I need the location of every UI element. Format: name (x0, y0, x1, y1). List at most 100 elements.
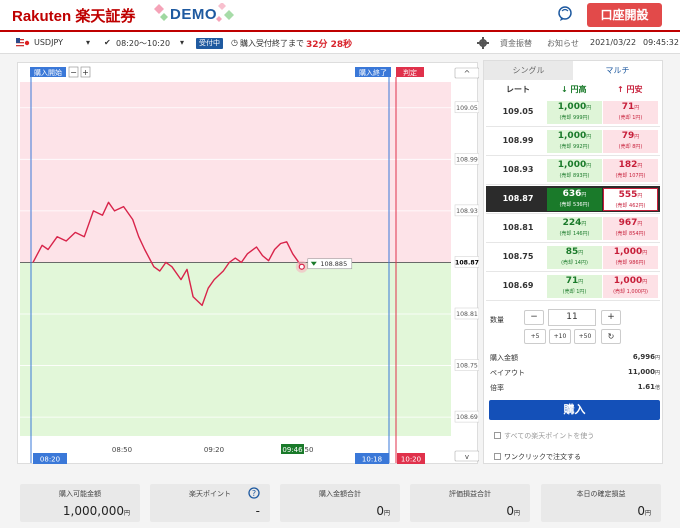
one-click-checkbox[interactable]: ワンクリックで注文する (494, 452, 581, 462)
rate-row: 108.69 71円 (売却 1円) 1,000円 (売却 1,000円) (486, 273, 660, 299)
high-price: 85 (565, 247, 579, 257)
rate-row: 108.81 224円 (売却 146円) 967円 (売却 854円) (486, 215, 660, 241)
high-price-button[interactable]: 1,000円 (売却 999円) (547, 101, 602, 124)
yen-unit: 円 (642, 279, 648, 285)
low-price: 182 (618, 160, 638, 170)
yen-unit: 円 (586, 163, 592, 169)
tab-multi[interactable]: マルチ (573, 61, 662, 80)
col-low-label: 円安 (626, 85, 643, 94)
purchase-amount-label: 購入金額 (490, 354, 518, 362)
high-price-button[interactable]: 1,000円 (売却 992円) (547, 130, 602, 153)
buy-button[interactable]: 購入 (489, 400, 660, 420)
judge-label: 判定 (403, 68, 417, 77)
rate-row: 108.87 636円 (売却 536円) 555円 (売却 462円) (486, 186, 660, 212)
chevron-down-icon[interactable]: ▾ (180, 38, 184, 47)
qty-add5-button[interactable]: +5 (524, 329, 546, 344)
yen-unit: 円 (644, 510, 651, 517)
high-price-button[interactable]: 71円 (売却 1円) (547, 275, 602, 298)
gear-icon[interactable] (477, 37, 489, 49)
arrow-up-icon: ↑ (617, 85, 624, 94)
y-tick-label: 108.99 (456, 156, 478, 163)
yen-unit: 円 (513, 510, 520, 517)
demo-label: DEMO (170, 6, 217, 23)
low-price-button[interactable]: 1,000円 (売却 986円) (603, 246, 658, 269)
time-label: 09:45:32 (643, 38, 679, 47)
low-price-button[interactable]: 182円 (売却 107円) (603, 159, 658, 182)
summary-box: 楽天ポイント -? (150, 484, 270, 522)
col-low-header: ↑ 円安 (617, 84, 643, 95)
summary-amount: 0 (637, 504, 645, 518)
open-account-button[interactable]: 口座開設 (587, 3, 662, 27)
low-sell-price: (売却 462円) (615, 203, 646, 209)
currency-pair-select[interactable]: USDJPY (34, 38, 63, 47)
low-sell-price: (売却 1円) (618, 115, 643, 121)
row-divider (486, 126, 660, 127)
summary-label: 購入可能金額 (59, 490, 101, 498)
brand-logo: Rakuten 楽天証券 (12, 8, 136, 25)
help-circle-icon[interactable]: ? (248, 487, 260, 499)
ratio: 1.61 (637, 383, 655, 391)
qty-minus-button[interactable]: − (524, 310, 544, 325)
svg-text:?: ? (252, 489, 256, 498)
chat-support-icon[interactable] (556, 5, 574, 23)
low-price-button[interactable]: 967円 (売却 854円) (603, 217, 658, 240)
summary-box: 購入可能金額 1,000,000円 (20, 484, 140, 522)
row-divider (486, 271, 660, 272)
yen-unit: 円 (654, 355, 660, 361)
high-price: 636 (562, 189, 582, 199)
low-price-button[interactable]: 71円 (売却 1円) (603, 101, 658, 124)
qty-add50-button[interactable]: +50 (574, 329, 596, 344)
chevron-down-icon: v (465, 453, 469, 461)
use-points-checkbox[interactable]: すべての楽天ポイントを使う (494, 431, 594, 441)
time-slot-select[interactable]: 08:20〜10:20 (116, 38, 170, 49)
chevron-down-icon[interactable]: ▾ (86, 38, 90, 47)
one-click-label: ワンクリックで注文する (504, 453, 581, 461)
minus-icon: − (70, 68, 77, 77)
notice-link[interactable]: お知らせ (547, 38, 579, 49)
rate-row: 108.75 85円 (売却 14円) 1,000円 (売却 986円) (486, 244, 660, 270)
price-tag-label: 108.885 (320, 260, 347, 268)
tab-single[interactable]: シングル (484, 61, 573, 80)
row-divider (486, 300, 660, 301)
qty-add10-button[interactable]: +10 (549, 329, 571, 344)
qty-plus-button[interactable]: + (601, 310, 621, 325)
high-price: 1,000 (557, 102, 587, 112)
payout: 11,000 (627, 368, 655, 376)
current-time-suffix: 50 (305, 446, 314, 454)
mode-tabs: シングル マルチ (484, 61, 662, 80)
yen-unit: 円 (581, 192, 587, 198)
us-jp-flag-icon (16, 38, 30, 48)
row-divider (486, 213, 660, 214)
low-price-button[interactable]: 555円 (売却 462円) (603, 188, 658, 211)
checkbox-icon[interactable] (494, 432, 501, 439)
end-label: 購入終了 (359, 68, 387, 77)
low-price-button[interactable]: 1,000円 (売却 1,000円) (603, 275, 658, 298)
funds-transfer-link[interactable]: 資金振替 (500, 38, 532, 49)
arrow-down-icon: ↓ (561, 85, 568, 94)
purchase-amount: 6,996 (632, 353, 655, 361)
start-label: 購入開始 (34, 68, 62, 77)
low-sell-price: (売却 107円) (615, 173, 646, 179)
high-sell-price: (売却 14円) (561, 260, 588, 266)
low-sell-price: (売却 8円) (618, 144, 643, 150)
payout-row: ペイアウト 11,000円 (490, 368, 660, 378)
low-price-button[interactable]: 79円 (売却 8円) (603, 130, 658, 153)
high-price-button[interactable]: 224円 (売却 146円) (547, 217, 602, 240)
qty-reset-button[interactable]: ↻ (601, 329, 621, 344)
y-tick-label: 108.93 (456, 208, 478, 215)
summary-amount: 1,000,000 (62, 504, 124, 518)
high-price-button[interactable]: 1,000円 (売却 893円) (547, 159, 602, 182)
toolbar: USDJPY ▾ ✔ 08:20〜10:20 ▾ 受付中 ◷ 購入受付終了まで … (0, 32, 680, 54)
high-sell-price: (売却 1円) (562, 289, 587, 295)
x-tick-label: 08:50 (112, 446, 132, 454)
rate-value: 109.05 (502, 107, 534, 116)
high-price-button[interactable]: 636円 (売却 536円) (547, 188, 602, 211)
high-price-button[interactable]: 85円 (売却 14円) (547, 246, 602, 269)
yen-unit: 円 (581, 221, 587, 227)
low-sell-price: (売却 1,000円) (613, 289, 648, 295)
qty-input[interactable]: 11 (548, 309, 596, 326)
yen-unit: 円 (654, 370, 660, 376)
yen-unit: 円 (637, 193, 643, 199)
checkbox-icon[interactable] (494, 453, 501, 460)
col-rate-header: レート (506, 85, 530, 94)
